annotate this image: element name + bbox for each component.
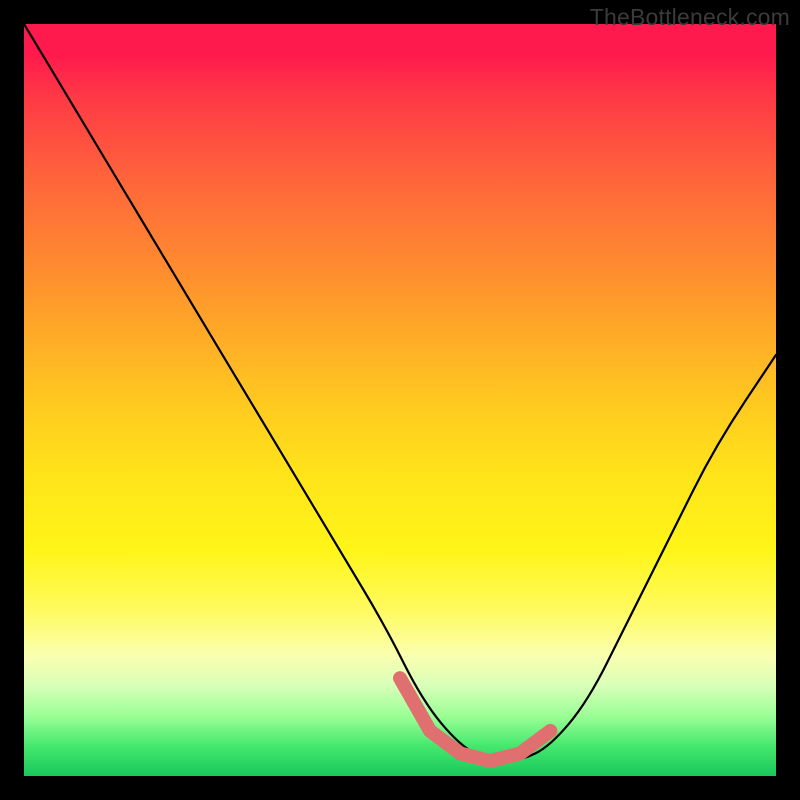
plot-area	[24, 24, 776, 776]
curve-svg	[24, 24, 776, 776]
outer-frame: TheBottleneck.com	[0, 0, 800, 800]
watermark-text: TheBottleneck.com	[590, 4, 790, 31]
bottleneck-curve	[24, 24, 776, 761]
low-bottleneck-segment	[400, 678, 550, 761]
